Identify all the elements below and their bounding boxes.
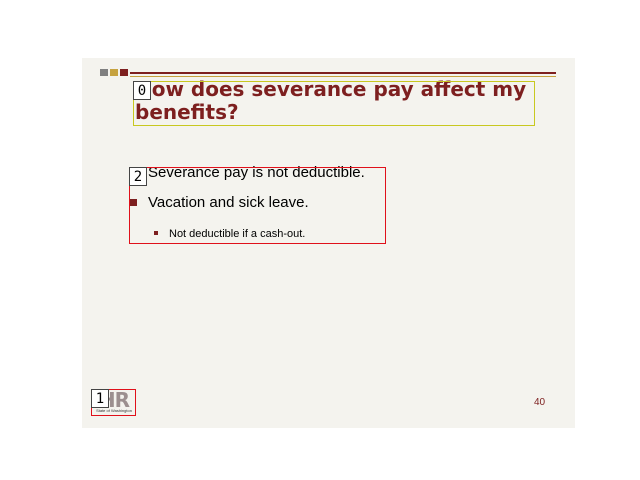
page-number: 40 bbox=[534, 397, 546, 408]
annotation-label-logo: 1 bbox=[91, 389, 109, 408]
decorative-square-gold bbox=[110, 69, 118, 76]
annotation-label-title: 0 bbox=[133, 81, 151, 100]
annotation-label-body: 2 bbox=[129, 167, 147, 186]
annotation-box-title: 0 bbox=[133, 81, 535, 126]
presentation-slide: How does severance pay affect my benefit… bbox=[82, 58, 575, 428]
title-rule-dark bbox=[130, 72, 556, 74]
decorative-square-red bbox=[120, 69, 128, 76]
annotation-box-body: 2 bbox=[129, 167, 386, 244]
decorative-square-grey bbox=[100, 69, 108, 76]
annotation-box-logo: 1 bbox=[91, 389, 136, 416]
